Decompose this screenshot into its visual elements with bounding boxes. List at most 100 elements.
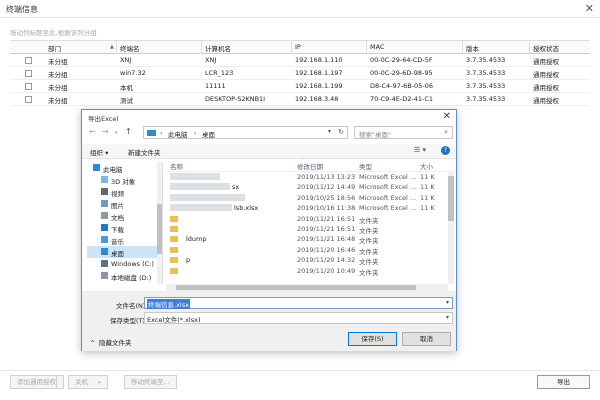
music-icon [101,236,108,243]
filename-input[interactable]: 终端信息.xlsx ▾ [144,297,453,309]
list-item[interactable]: lsb.xlsx 2019/10/16 11:38 Microsoft Exce… [166,203,454,213]
desktop-icon [101,248,108,255]
back-arrow-icon[interactable]: ← [89,127,96,136]
col-size[interactable]: 大小 [420,161,433,171]
nav-item-windows-c[interactable]: Windows (C:) [87,258,162,270]
cube-icon [101,176,108,183]
save-button[interactable]: 保存(S) [348,332,397,346]
nav-item-pictures[interactable]: 图片 [87,198,162,210]
row-checkbox[interactable] [25,70,32,77]
list-item[interactable]: ldump 2019/11/21 16:48 文件夹 [166,234,454,245]
table-row[interactable]: 未分组 win7.32 LCR_123 192.168.1.197 00-0C-… [10,67,590,80]
nav-scrollbar[interactable] [157,162,162,284]
chevron-down-icon[interactable]: ▾ [446,299,449,306]
dialog-navbar: ← → ▾ ↑ › 此电脑 › 桌面 ▾ ↻ 搜索"桌面" ⌕ [87,126,453,140]
list-item[interactable]: 2019/10/25 18:56 Microsoft Excel ... 11 … [166,193,454,203]
nav-item-music[interactable]: 音乐 [87,234,162,246]
terminal-table: 部门 ▲ 终端名 计算机名 IP MAC 版本 授权状态 未分组 XNJ XNJ… [10,40,590,106]
cell-license-status: 通用授权 [533,97,559,105]
row-checkbox[interactable] [25,96,32,103]
file-list-vertical-scrollbar[interactable] [448,172,454,284]
document-icon [101,212,108,219]
chevron-down-icon[interactable]: ▾ [328,128,331,135]
computer-icon [147,130,156,136]
col-header-ip[interactable]: IP [295,43,301,51]
nav-item-desktop[interactable]: 桌面 [87,246,162,258]
list-item[interactable]: 2019/11/20 10:49 文件夹 [166,266,454,277]
cell-mac: 00-0C-29-6D-98-95 [370,69,433,77]
hide-folders-toggle[interactable]: ^ 隐藏文件夹 [90,337,132,347]
forward-arrow-icon[interactable]: → [102,127,109,136]
row-checkbox[interactable] [25,57,32,64]
cell-version: 3.7.35.4533 [466,56,506,64]
col-header-terminal-name[interactable]: 终端名 [120,43,140,53]
group-by-hint: 拖动列标题至此,根据该列分组 [10,29,97,37]
list-item[interactable]: 2019/11/20 16:46 文件夹 [166,245,454,256]
cell-license-status: 通用授权 [533,84,559,92]
cell-ip: 192.168.3.48 [295,95,339,103]
up-arrow-icon[interactable]: ↑ [125,127,132,136]
cell-version: 3.7.35.4533 [466,69,506,77]
cell-license-status: 通用授权 [533,71,559,79]
dialog-toolbar: 组织 ▾ 新建文件夹 ☰ ▾ ? [82,144,456,159]
dialog-title: 导出Excel [88,115,119,123]
nav-item-downloads[interactable]: 下载 [87,222,162,234]
folder-icon [170,236,178,243]
col-date-modified[interactable]: 修改日期 [297,161,323,171]
cell-mac: 70-C9-4E-D2-41-C1 [370,95,434,103]
cell-department: 未分组 [48,71,68,79]
col-name[interactable]: 名称 [170,161,183,171]
nav-item-this-pc[interactable]: 此电脑 [87,162,162,174]
search-input[interactable]: 搜索"桌面" ⌕ [354,126,453,139]
col-header-computer-name[interactable]: 计算机名 [205,43,231,53]
table-row[interactable]: 未分组 XNJ XNJ 192.168.1.110 00-0C-29-64-CD… [10,54,590,67]
folder-icon [170,215,178,222]
list-item[interactable]: 2019/11/13 13:23 Microsoft Excel ... 11 … [166,172,454,182]
sort-asc-icon: ▲ [110,44,114,50]
cell-terminal-name: 测试 [120,97,133,105]
list-item[interactable]: 2019/11/21 16:51 文件夹 [166,214,454,225]
organize-menu[interactable]: 组织 ▾ [90,147,108,157]
cell-ip: 192.168.1.197 [295,69,343,77]
breadcrumb-desktop[interactable]: 桌面 [202,129,215,139]
file-list-header: 名称 ^ 修改日期 类型 大小 [166,158,454,172]
nav-item-documents[interactable]: 文档 [87,210,162,222]
nav-item-videos[interactable]: 视频 [87,186,162,198]
new-folder-button[interactable]: 新建文件夹 [128,147,161,157]
recent-chevron-icon[interactable]: ▾ [115,130,118,136]
breadcrumb-this-pc[interactable]: 此电脑 [168,129,188,139]
dialog-close-icon[interactable]: ✕ [443,111,451,122]
folder-icon [170,246,178,253]
add-license-dropdown-icon[interactable] [56,375,64,389]
address-bar[interactable]: › 此电脑 › 桌面 ▾ ↻ [143,126,348,139]
view-options-icon[interactable]: ☰ ▾ [414,146,426,154]
cell-computer-name: LCR_123 [205,69,234,77]
list-item[interactable]: sx 2019/11/12 14:49 Microsoft Excel ... … [166,182,454,192]
move-terminal-button[interactable]: 移动终端至... [124,375,177,389]
search-icon: ⌕ [444,128,448,136]
cell-mac: 00-0C-29-64-CD-5F [370,56,433,64]
nav-item-3d-objects[interactable]: 3D 对象 [87,174,162,186]
cell-ip: 192.168.1.199 [295,82,343,90]
cell-department: 未分组 [48,97,68,105]
row-checkbox[interactable] [25,83,32,90]
col-header-mac[interactable]: MAC [370,43,384,51]
shutdown-button[interactable]: 关机 ▾ [68,375,108,389]
export-button[interactable]: 导出 [537,375,590,389]
col-header-license-status[interactable]: 授权状态 [533,43,559,53]
help-icon[interactable]: ? [441,146,450,155]
file-list-horizontal-scrollbar[interactable] [166,284,448,291]
close-icon[interactable]: ✕ [585,2,594,15]
table-row[interactable]: 未分组 测试 DESKTOP-S2KNB1I 192.168.3.48 70-C… [10,93,590,106]
cancel-button[interactable]: 取消 [402,332,451,346]
nav-item-local-disk-d[interactable]: 本地磁盘 (D:) [87,270,162,282]
col-type[interactable]: 类型 [359,161,372,171]
list-item[interactable]: p 2019/11/20 14:32 文件夹 [166,255,454,266]
table-row[interactable]: 未分组 本机 11111 192.168.1.199 D8-C4-97-6B-0… [10,80,590,93]
drive-icon [101,260,108,267]
col-header-department[interactable]: 部门 [48,43,61,53]
col-header-version[interactable]: 版本 [466,43,479,53]
list-item[interactable]: 2019/11/21 16:51 文件夹 [166,224,454,235]
filetype-select[interactable]: Excel文件(*.xlsx) ▾ [144,312,453,324]
refresh-icon[interactable]: ↻ [338,128,344,136]
